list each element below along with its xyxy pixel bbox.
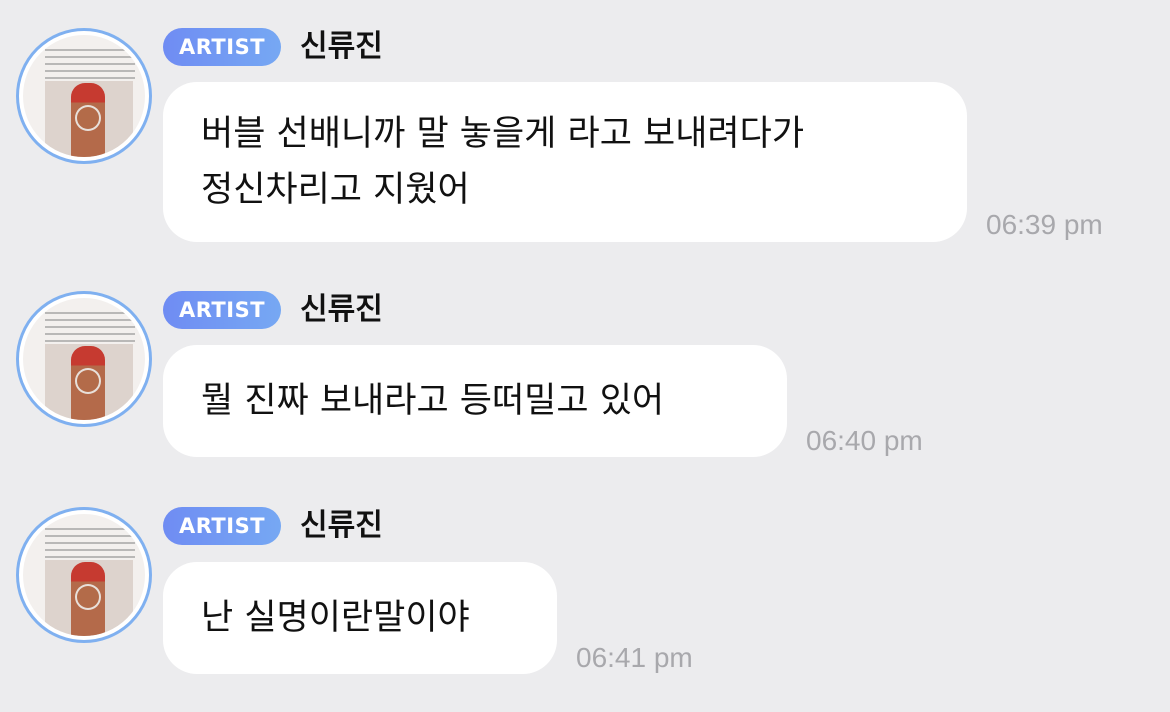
avatar-caption-lines <box>45 528 135 558</box>
message-timestamp: 06:39 pm <box>986 209 1103 240</box>
sender-name[interactable]: 신류진 <box>300 291 383 329</box>
gingerbread-figure-icon <box>71 346 105 420</box>
artist-badge: ARTIST <box>163 291 281 329</box>
message-text: 난 실명이란말이야 <box>201 598 470 638</box>
message-bubble[interactable]: 난 실명이란말이야 <box>163 562 557 674</box>
avatar-photo <box>45 560 133 636</box>
artist-badge: ARTIST <box>163 507 281 545</box>
message-text: 뭘 진짜 보내라고 등떠밀고 있어 <box>201 381 665 421</box>
gingerbread-figure-icon <box>71 562 105 636</box>
sender-name[interactable]: 신류진 <box>300 507 383 545</box>
message-bubble[interactable]: 뭘 진짜 보내라고 등떠밀고 있어 <box>163 345 787 457</box>
sender-avatar[interactable] <box>16 28 152 164</box>
message-text: 버블 선배니까 말 놓을게 라고 보내려다가 정신차리고 지웠어 <box>201 114 805 210</box>
message-bubble[interactable]: 버블 선배니까 말 놓을게 라고 보내려다가 정신차리고 지웠어 <box>163 82 967 242</box>
sender-name[interactable]: 신류진 <box>300 28 383 66</box>
sender-avatar[interactable] <box>16 291 152 427</box>
avatar-caption-lines <box>45 49 135 79</box>
avatar-image <box>23 298 145 420</box>
gingerbread-figure-icon <box>71 83 105 157</box>
sender-avatar[interactable] <box>16 507 152 643</box>
avatar-photo <box>45 344 133 420</box>
message-timestamp: 06:40 pm <box>806 425 923 456</box>
message-timestamp: 06:41 pm <box>576 642 693 673</box>
avatar-image <box>23 514 145 636</box>
avatar-caption-lines <box>45 312 135 342</box>
avatar-image <box>23 35 145 157</box>
artist-badge: ARTIST <box>163 28 281 66</box>
avatar-photo <box>45 81 133 157</box>
